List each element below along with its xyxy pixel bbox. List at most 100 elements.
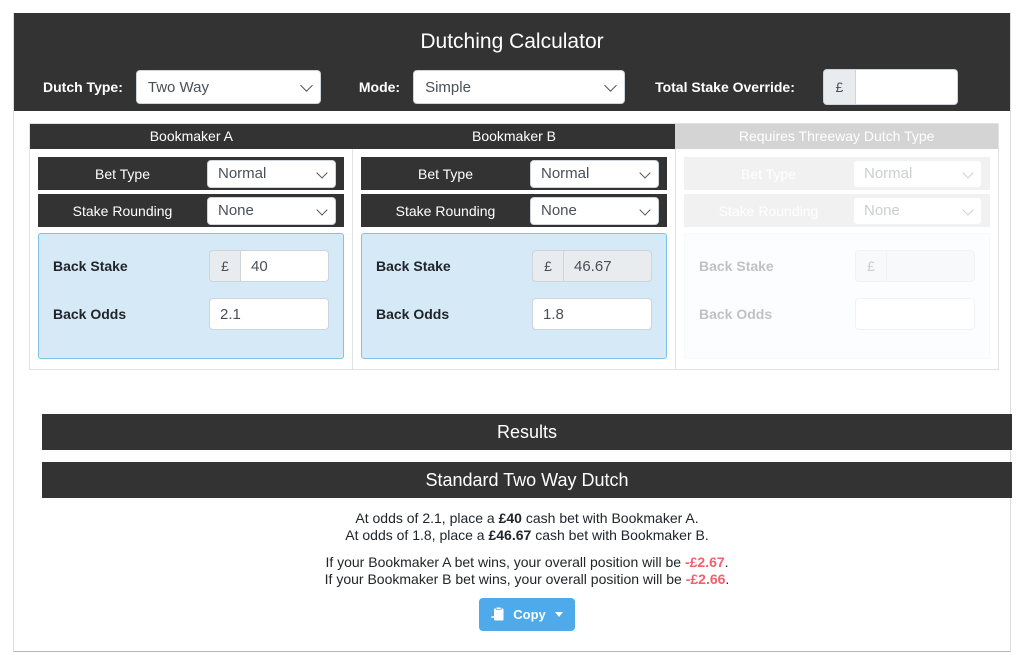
bet-type-row-a: Bet Type Normal xyxy=(38,157,344,190)
total-stake-override-label: Total Stake Override: xyxy=(655,79,795,95)
results-title: Results xyxy=(42,414,1012,450)
stake-rounding-row-c: Stake Rounding None xyxy=(684,194,990,227)
stake-rounding-label-a: Stake Rounding xyxy=(72,202,173,219)
line3-post: . xyxy=(724,554,729,570)
currency-addon-icon: £ xyxy=(822,69,855,105)
back-stake-input-b[interactable]: 46.67 xyxy=(563,250,652,282)
dutch-type-label: Dutch Type: xyxy=(43,79,123,95)
bookmaker-columns: Bookmaker A Bookmaker B Requires Threewa… xyxy=(29,123,999,370)
currency-addon-icon: £ xyxy=(855,250,886,282)
chevron-down-icon xyxy=(316,203,328,216)
back-stake-label-b: Back Stake xyxy=(376,258,451,274)
results-position-lines: If your Bookmaker A bet wins, your overa… xyxy=(42,554,1012,588)
currency-addon-icon: £ xyxy=(209,250,240,282)
total-stake-override-group: £ xyxy=(822,69,958,105)
stake-rounding-value-a: None xyxy=(218,202,254,219)
back-stake-group-c: £ xyxy=(855,250,975,282)
column-heading-c: Requires Threeway Dutch Type xyxy=(675,124,999,149)
column-heading-a: Bookmaker A xyxy=(30,124,353,149)
column-bookmaker-c: Bet Type Normal Stake Rounding None Back… xyxy=(676,149,998,369)
back-stake-label-a: Back Stake xyxy=(53,258,128,274)
back-stake-row-c: Back Stake £ xyxy=(699,250,975,282)
results-line-2: At odds of 1.8, place a £46.67 cash bet … xyxy=(42,527,1012,544)
mode-select[interactable]: Simple xyxy=(413,70,626,104)
back-odds-row-a: Back Odds 2.1 xyxy=(53,298,329,330)
stake-rounding-select-c: None xyxy=(853,196,982,225)
column-bookmaker-a: Bet Type Normal Stake Rounding None Back… xyxy=(30,149,353,369)
app-header: Dutching Calculator Dutch Type: Two Way … xyxy=(14,13,1010,111)
stake-rounding-select-b[interactable]: None xyxy=(530,196,659,225)
chevron-down-icon xyxy=(962,166,974,179)
mode-label: Mode: xyxy=(358,79,401,95)
stake-rounding-value-b: None xyxy=(541,202,577,219)
line3-amount: -£2.67 xyxy=(684,554,725,570)
back-odds-input-c xyxy=(855,298,975,330)
back-stake-row-a: Back Stake £ 40 xyxy=(53,250,329,282)
results-line-3: If your Bookmaker A bet wins, your overa… xyxy=(42,554,1012,571)
bet-type-label-b: Bet Type xyxy=(417,165,473,182)
clipboard-icon xyxy=(491,606,505,622)
caret-down-icon[interactable] xyxy=(554,612,563,617)
line4-post: . xyxy=(725,571,730,587)
results-line-4: If your Bookmaker B bet wins, your overa… xyxy=(42,571,1012,588)
copy-button-label: Copy xyxy=(513,607,546,622)
bet-type-row-b: Bet Type Normal xyxy=(361,157,667,190)
bet-type-value-c: Normal xyxy=(864,165,913,182)
line1-post: cash bet with Bookmaker A. xyxy=(521,510,699,526)
header-controls: Dutch Type: Two Way Mode: Simple Total S… xyxy=(28,69,996,105)
back-stake-input-a[interactable]: 40 xyxy=(240,250,329,282)
line2-pre: At odds of 1.8, place a xyxy=(345,527,489,543)
stake-panel-c: Back Stake £ Back Odds xyxy=(684,233,990,359)
back-odds-row-c: Back Odds xyxy=(699,298,975,330)
stake-rounding-row-a: Stake Rounding None xyxy=(38,194,344,227)
chevron-down-icon xyxy=(639,166,651,179)
line4-amount: -£2.66 xyxy=(685,571,726,587)
bet-type-label-c: Bet Type xyxy=(740,165,796,182)
bet-type-row-c: Bet Type Normal xyxy=(684,157,990,190)
dutch-type-value: Two Way xyxy=(147,78,209,96)
stake-rounding-select-a[interactable]: None xyxy=(207,196,336,225)
stake-panel-a: Back Stake £ 40 Back Odds 2.1 xyxy=(38,233,344,359)
bet-type-select-b[interactable]: Normal xyxy=(530,159,659,188)
stake-rounding-label-b: Stake Rounding xyxy=(395,202,496,219)
page-root: Dutching Calculator Dutch Type: Two Way … xyxy=(0,0,1023,661)
page-title: Dutching Calculator xyxy=(420,30,604,53)
currency-addon-icon: £ xyxy=(532,250,563,282)
stake-rounding-value-c: None xyxy=(864,202,900,219)
column-bodies-row: Bet Type Normal Stake Rounding None Back… xyxy=(30,149,998,369)
bet-type-select-c: Normal xyxy=(853,159,982,188)
chevron-down-icon xyxy=(299,79,313,92)
back-odds-label-a: Back Odds xyxy=(53,306,127,322)
back-stake-label-c: Back Stake xyxy=(699,258,774,274)
dutch-type-select[interactable]: Two Way xyxy=(135,70,321,104)
line1-pre: At odds of 2.1, place a xyxy=(355,510,499,526)
column-bookmaker-b: Bet Type Normal Stake Rounding None Back… xyxy=(353,149,676,369)
results-subtitle: Standard Two Way Dutch xyxy=(42,462,1012,498)
back-stake-group-b: £ 46.67 xyxy=(532,250,652,282)
chevron-down-icon xyxy=(316,166,328,179)
chevron-down-icon xyxy=(962,203,974,216)
back-odds-input-b[interactable]: 1.8 xyxy=(532,298,652,330)
results-line-1: At odds of 2.1, place a £40 cash bet wit… xyxy=(42,510,1012,527)
back-odds-row-b: Back Odds 1.8 xyxy=(376,298,652,330)
stake-panel-b: Back Stake £ 46.67 Back Odds 1.8 xyxy=(361,233,667,359)
back-stake-group-a: £ 40 xyxy=(209,250,329,282)
back-odds-label-b: Back Odds xyxy=(376,306,450,322)
back-odds-label-c: Back Odds xyxy=(699,306,773,322)
line2-amount: £46.67 xyxy=(488,527,532,543)
line4-pre: If your Bookmaker B bet wins, your overa… xyxy=(324,571,686,587)
back-stake-row-b: Back Stake £ 46.67 xyxy=(376,250,652,282)
copy-button[interactable]: Copy xyxy=(479,598,575,631)
chevron-down-icon xyxy=(604,79,617,92)
bet-type-select-a[interactable]: Normal xyxy=(207,159,336,188)
stake-rounding-label-c: Stake Rounding xyxy=(718,202,819,219)
chevron-down-icon xyxy=(639,203,651,216)
total-stake-override-input[interactable] xyxy=(854,69,958,105)
back-odds-input-a[interactable]: 2.1 xyxy=(209,298,329,330)
results-stake-lines: At odds of 2.1, place a £40 cash bet wit… xyxy=(42,510,1012,544)
bet-type-value-a: Normal xyxy=(218,165,267,182)
stake-rounding-row-b: Stake Rounding None xyxy=(361,194,667,227)
bet-type-value-b: Normal xyxy=(541,165,590,182)
column-heading-b: Bookmaker B xyxy=(352,124,676,149)
line3-pre: If your Bookmaker A bet wins, your overa… xyxy=(325,554,685,570)
